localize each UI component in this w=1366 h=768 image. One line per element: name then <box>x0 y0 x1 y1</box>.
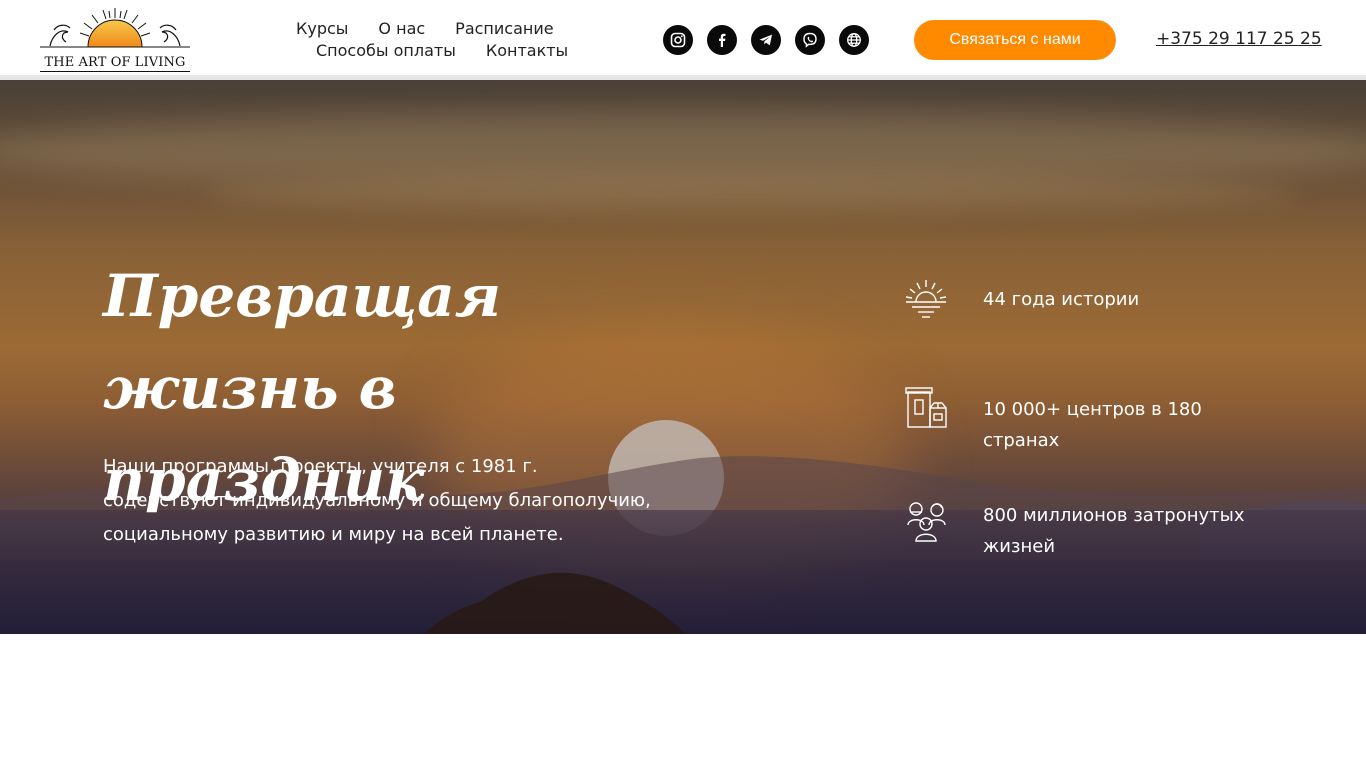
globe-icon[interactable] <box>839 25 869 55</box>
nav-item-about[interactable]: О нас <box>378 18 425 40</box>
telegram-icon[interactable] <box>751 25 781 55</box>
main-nav: Курсы О нас Расписание Способы оплаты Ко… <box>296 18 568 62</box>
social-links <box>663 25 869 55</box>
logo-underline <box>40 71 190 72</box>
nav-item-payment[interactable]: Способы оплаты <box>316 40 456 62</box>
stat-text: 800 миллионов затронутых жизней <box>983 505 1245 557</box>
island-silhouette <box>424 572 686 634</box>
facebook-icon[interactable] <box>707 25 737 55</box>
people-icon <box>907 502 946 542</box>
logo[interactable]: THE ART OF LIVING <box>40 6 190 72</box>
hero-cloud <box>200 175 1300 215</box>
sunrise-icon <box>905 280 947 318</box>
nav-item-schedule[interactable]: Расписание <box>455 18 553 40</box>
stat-text: 10 000+ центров в 180 странах <box>983 399 1202 451</box>
viber-icon[interactable] <box>795 25 825 55</box>
site-header: THE ART OF LIVING Курсы О нас Расписание… <box>0 0 1366 75</box>
hero-lead: Наши программы, проекты, учителя с 1981 … <box>103 456 651 545</box>
phone-link[interactable]: +375 29 117 25 25 <box>1156 29 1322 49</box>
contact-us-button[interactable]: Связаться с нами <box>914 20 1116 60</box>
hero-headline-line1: Превращая жизнь в <box>103 262 502 422</box>
buildings-icon <box>905 387 947 428</box>
sunrise-logo-icon <box>40 8 190 48</box>
logo-text: THE ART OF LIVING <box>44 55 186 70</box>
nav-item-courses[interactable]: Курсы <box>296 18 348 40</box>
stat-text: 44 года истории <box>983 289 1140 310</box>
nav-item-contacts[interactable]: Контакты <box>486 40 568 62</box>
instagram-icon[interactable] <box>663 25 693 55</box>
hero-section: Превращая жизнь в праздник Наши программ… <box>0 80 1366 634</box>
